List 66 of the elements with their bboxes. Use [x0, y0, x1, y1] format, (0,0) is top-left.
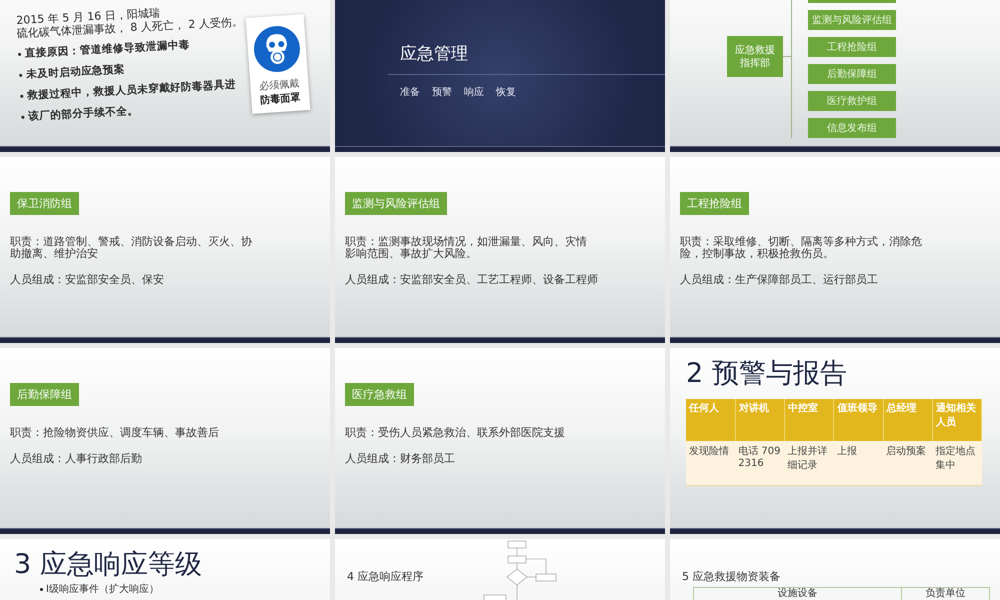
slide[interactable]: 5 应急救援物资装备 设施设备 负责单位 — [670, 539, 1000, 600]
bullet-icon — [40, 588, 43, 590]
group-label: 监测与风险评估组 — [345, 192, 447, 215]
group-label: 工程抢险组 — [680, 192, 749, 215]
org-box: 医疗救护组 — [808, 91, 896, 111]
slide[interactable]: 4 应急响应程序 — [335, 539, 665, 600]
org-box: 后勤保障组 — [808, 64, 896, 84]
slide[interactable]: 监测与风险评估组 职责：监测事故现场情况，如泄漏量、风向、灾情影响范围、事故扩大风险。 人员组成：安监部安全员、工艺工程师、设备工程师 — [335, 157, 665, 343]
slide[interactable]: 后勤保障组 职责：抢险物资供应、调度车辆、事故善后 人员组成：人事行政部后勤 — [0, 348, 330, 534]
table-cell: 上报 — [834, 441, 883, 486]
table-cell: 发现险情 — [686, 441, 736, 486]
column-header: 任何人 — [686, 399, 736, 441]
slide[interactable]: 保卫消防组 职责：道路管制、警戒、消防设备启动、灭火、协助撤离、维护治安 人员组成：安监部安全员、保安 — [0, 157, 330, 343]
column-header: 值班领导 — [834, 399, 883, 441]
slide[interactable]: 2015 年 5 月 16 日，阳城瑞 硫化碳气体泄漏事故， 8 人死亡， 2 人受伤。 直接原因：管道维修导致泄漏中毒 未及时启动应急预案 救援过程中，救援人员未穿戴好防毒器具进 该厂的部分手续不全。 必须佩戴 防毒面罩 — [0, 0, 330, 152]
slide-title: 2 预警与报告 — [686, 358, 848, 390]
staff-text: 人员组成：人事行政部后勤 — [10, 451, 143, 466]
column-header: 设施设备 — [694, 588, 902, 600]
slide[interactable]: 2 预警与报告 任何人 对讲机 中控室 值班领导 总经理 通知相关人员 发现险情 电话 709 2316 上报并详细记录 上报 启动预案 指定地点集中 — [670, 348, 1000, 534]
slide[interactable]: 工程抢险组 职责：采取维修、切断、隔离等多种方式，消除危险，控制事故，积极抢救伤员。 人员组成：生产保障部员工、运行部员工 — [670, 157, 1000, 343]
table-cell: 启动预案 — [883, 441, 932, 486]
slide-title: 3 应急响应等级 — [14, 549, 203, 581]
org-box: 监测与风险评估组 — [808, 10, 896, 30]
column-header: 总经理 — [883, 399, 932, 441]
bullet-icon — [19, 73, 22, 76]
org-box: 信息发布组 — [808, 118, 896, 138]
subtitle-word: 恢复 — [496, 86, 516, 99]
subtitle-word: 预警 — [432, 86, 452, 99]
table-cell: 上报并详细记录 — [784, 441, 834, 486]
gas-mask-icon — [252, 24, 302, 74]
sign-text: 必须佩戴 — [259, 77, 300, 92]
bullet-icon — [20, 94, 24, 98]
org-box: 应急救援指挥部 — [727, 36, 783, 77]
bullet-icon — [18, 52, 22, 56]
group-label: 医疗急救组 — [345, 383, 414, 406]
subtitle-word: 响应 — [464, 86, 484, 99]
slide[interactable]: 3 应急响应等级 I级响应事件（扩大响应） — [0, 539, 330, 600]
bullet-text: 直接原因：管道维修导致泄漏中毒 — [24, 38, 190, 61]
duty-text: 职责：道路管制、警戒、消防设备启动、灭火、协助撤离、维护治安 — [10, 236, 253, 260]
slide-title: 5 应急救援物资装备 — [682, 569, 782, 584]
slide[interactable]: 医疗急救组 职责：受伤人员紧急救治、联系外部医院支援 人员组成：财务部员工 — [335, 348, 665, 534]
table-cell: 指定地点集中 — [932, 441, 982, 486]
duty-text: 职责：监测事故现场情况，如泄漏量、风向、灾情影响范围、事故扩大风险。 — [345, 236, 588, 260]
duty-text: 职责：受伤人员紧急救治、联系外部医院支援 — [345, 427, 566, 439]
duty-text: 职责：采取维修、切断、隔离等多种方式，消除危险，控制事故，积极抢救伤员。 — [680, 236, 923, 260]
column-header: 对讲机 — [735, 399, 784, 441]
column-header: 负责单位 — [902, 588, 990, 600]
column-header: 中控室 — [784, 399, 834, 441]
bullet-text: I级响应事件（扩大响应） — [46, 582, 159, 596]
duty-text: 职责：抢险物资供应、调度车辆、事故善后 — [10, 427, 220, 439]
column-header: 通知相关人员 — [932, 399, 982, 441]
table-cell: 电话 709 2316 — [735, 441, 784, 486]
sign-text: 防毒面罩 — [260, 91, 301, 108]
slide-title: 应急管理 — [400, 43, 469, 65]
slide-title: 4 应急响应程序 — [347, 569, 424, 584]
group-label: 后勤保障组 — [10, 383, 79, 406]
staff-text: 人员组成：安监部安全员、工艺工程师、设备工程师 — [345, 272, 599, 287]
staff-text: 人员组成：财务部员工 — [345, 451, 456, 466]
org-box: 工程抢险组 — [808, 37, 896, 57]
staff-text: 人员组成：安监部安全员、保安 — [10, 272, 165, 287]
group-label: 保卫消防组 — [10, 192, 79, 215]
subtitle-word: 准备 — [400, 86, 420, 99]
staff-text: 人员组成：生产保障部员工、运行部员工 — [680, 272, 879, 287]
bullet-icon — [21, 115, 24, 118]
slide[interactable]: 应急管理 准备 预警 响应 恢复 — [335, 0, 665, 152]
bullet-text: 该厂的部分手续不全。 — [28, 104, 139, 124]
